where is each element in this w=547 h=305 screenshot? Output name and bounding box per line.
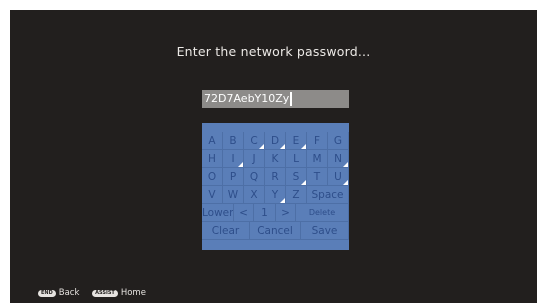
password-screen: Enter the network password... 72D7AebY10… <box>10 10 537 303</box>
alternate-chars-marker-icon <box>301 144 306 149</box>
key-y[interactable]: Y <box>265 186 286 204</box>
alternate-chars-marker-icon <box>259 144 264 149</box>
key-label: T <box>313 171 321 183</box>
key-r[interactable]: R <box>265 168 286 186</box>
alternate-chars-marker-icon <box>343 180 348 185</box>
key-save[interactable]: Save <box>301 222 349 240</box>
footer-hints: END Back ASSIST Home <box>38 288 156 302</box>
key-label: J <box>252 153 256 165</box>
key-cancel[interactable]: Cancel <box>250 222 301 240</box>
key-label: 1 <box>261 207 268 219</box>
key-label: < <box>239 207 248 219</box>
alternate-chars-marker-icon <box>343 162 348 167</box>
page-title: Enter the network password... <box>176 44 371 59</box>
key-z[interactable]: Z <box>286 186 307 204</box>
end-button-icon: END <box>38 289 56 297</box>
keyboard-row: H I J K L MN <box>202 150 349 168</box>
key-label: Lower <box>202 207 234 219</box>
key-g[interactable]: G <box>328 132 349 150</box>
key-o[interactable]: O <box>202 168 223 186</box>
key-label: D <box>270 135 280 147</box>
key-label: I <box>231 153 235 165</box>
key-label: R <box>271 171 279 183</box>
key-label: A <box>208 135 216 147</box>
key-e[interactable]: E <box>286 132 307 150</box>
assist-button-icon: ASSIST <box>92 289 118 297</box>
key-label: F <box>313 135 321 147</box>
key-b[interactable]: B <box>223 132 244 150</box>
key-f[interactable]: F <box>307 132 328 150</box>
key-h[interactable]: H <box>202 150 223 168</box>
key-label: B <box>229 135 237 147</box>
key-label: Save <box>311 225 338 237</box>
key-label: M <box>312 153 322 165</box>
key-lower[interactable]: Lower <box>202 204 234 222</box>
key-a[interactable]: A <box>202 132 223 150</box>
key-next[interactable]: > <box>276 204 296 222</box>
key-label: Space <box>311 189 344 201</box>
key-prev[interactable]: < <box>234 204 254 222</box>
key-label: N <box>334 153 342 165</box>
back-hint[interactable]: Back <box>59 288 80 298</box>
key-d[interactable]: D <box>265 132 286 150</box>
alternate-chars-marker-icon <box>238 162 243 167</box>
home-hint[interactable]: Home <box>121 288 146 298</box>
key-x[interactable]: X <box>244 186 265 204</box>
key-n[interactable]: N <box>328 150 349 168</box>
key-p[interactable]: P <box>223 168 244 186</box>
key-u[interactable]: U <box>328 168 349 186</box>
key-label: X <box>250 189 258 201</box>
key-space[interactable]: Space <box>307 186 349 204</box>
text-cursor <box>290 92 293 106</box>
key-label: U <box>334 171 342 183</box>
key-label: O <box>207 171 217 183</box>
key-t[interactable]: T <box>307 168 328 186</box>
key-label: Q <box>249 171 259 183</box>
key-label: > <box>281 207 290 219</box>
key-delete[interactable]: Delete <box>296 204 349 222</box>
key-q[interactable]: Q <box>244 168 265 186</box>
key-1[interactable]: 1 <box>254 204 276 222</box>
alternate-chars-marker-icon <box>301 180 306 185</box>
keyboard-row: Lower <1 > Delete <box>202 204 349 222</box>
key-j[interactable]: J <box>244 150 265 168</box>
key-l[interactable]: L <box>286 150 307 168</box>
key-label: Clear <box>211 225 240 237</box>
keyboard-row: A B CDE FG <box>202 132 349 150</box>
onscreen-keyboard: A B C D E F G H I J K L M N O P Q R S T U V W X Y Z Space Lower <1 > D… <box>202 123 349 250</box>
key-label: E <box>292 135 300 147</box>
key-label: L <box>293 153 299 165</box>
key-v[interactable]: V <box>202 186 223 204</box>
alternate-chars-marker-icon <box>280 198 285 203</box>
key-label: Y <box>271 189 279 201</box>
key-label: S <box>292 171 300 183</box>
key-label: K <box>271 153 279 165</box>
key-k[interactable]: K <box>265 150 286 168</box>
key-label: C <box>250 135 258 147</box>
key-i[interactable]: I <box>223 150 244 168</box>
alternate-chars-marker-icon <box>280 144 285 149</box>
key-label: G <box>333 135 343 147</box>
password-value: 72D7AebY10Zy <box>204 92 290 105</box>
key-w[interactable]: W <box>223 186 244 204</box>
key-label: Z <box>292 189 300 201</box>
key-label: P <box>229 171 237 183</box>
password-input[interactable]: 72D7AebY10Zy <box>202 90 349 108</box>
key-label: W <box>227 189 239 201</box>
key-clear[interactable]: Clear <box>202 222 250 240</box>
keyboard-row: Clear Cancel Save <box>202 222 349 240</box>
key-m[interactable]: M <box>307 150 328 168</box>
key-s[interactable]: S <box>286 168 307 186</box>
key-label: V <box>208 189 216 201</box>
keyboard-row: V W X Y Z Space <box>202 186 349 204</box>
key-label: H <box>208 153 216 165</box>
key-label: Cancel <box>257 225 293 237</box>
key-label: Delete <box>308 208 336 217</box>
key-c[interactable]: C <box>244 132 265 150</box>
keyboard-row: OPQR S T U <box>202 168 349 186</box>
